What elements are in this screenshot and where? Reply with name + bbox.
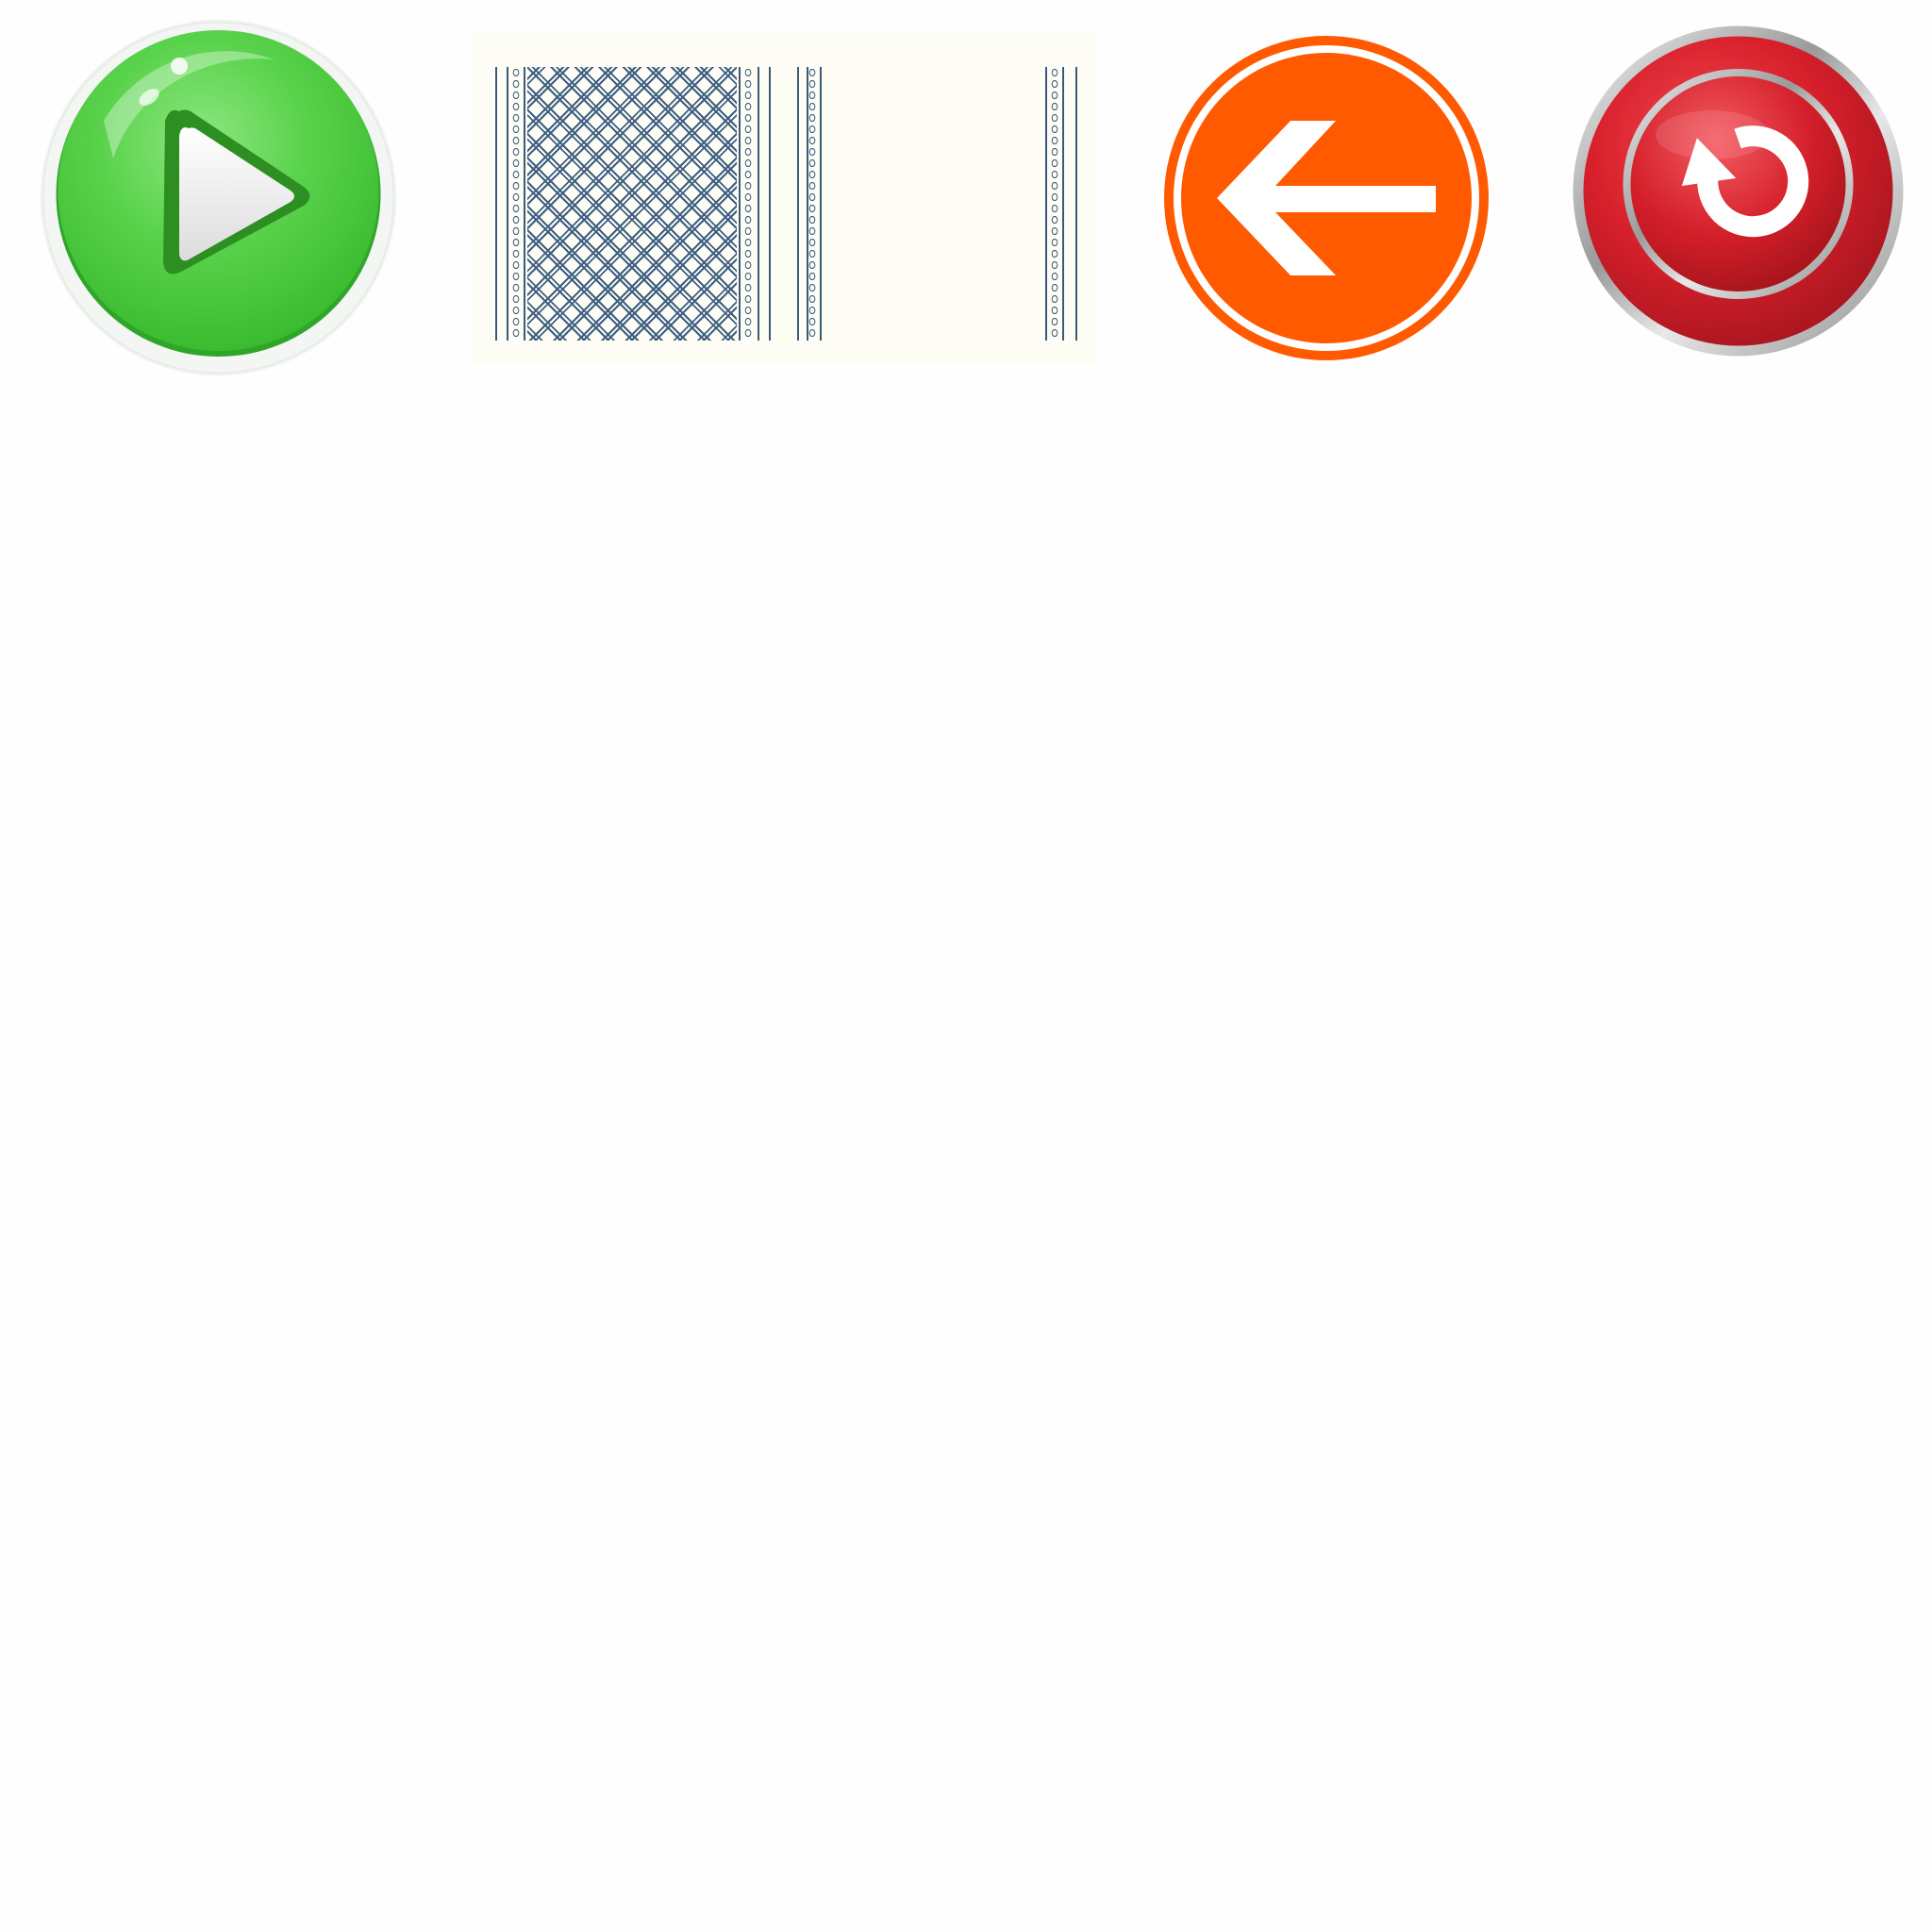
- back-button[interactable]: [1160, 32, 1492, 364]
- arrow-left-icon: [1164, 36, 1489, 360]
- reset-button[interactable]: [1571, 24, 1906, 358]
- pattern-panel: [472, 34, 1097, 364]
- lattice-pattern: [527, 67, 737, 341]
- reset-icon: [1573, 25, 1904, 357]
- pattern-strip-mid: [807, 67, 822, 341]
- pattern-strip-right: [1045, 67, 1083, 341]
- play-icon: [40, 19, 397, 376]
- pattern-strip-left: [495, 67, 818, 341]
- play-button[interactable]: [38, 17, 399, 378]
- toolbar: [0, 0, 1932, 396]
